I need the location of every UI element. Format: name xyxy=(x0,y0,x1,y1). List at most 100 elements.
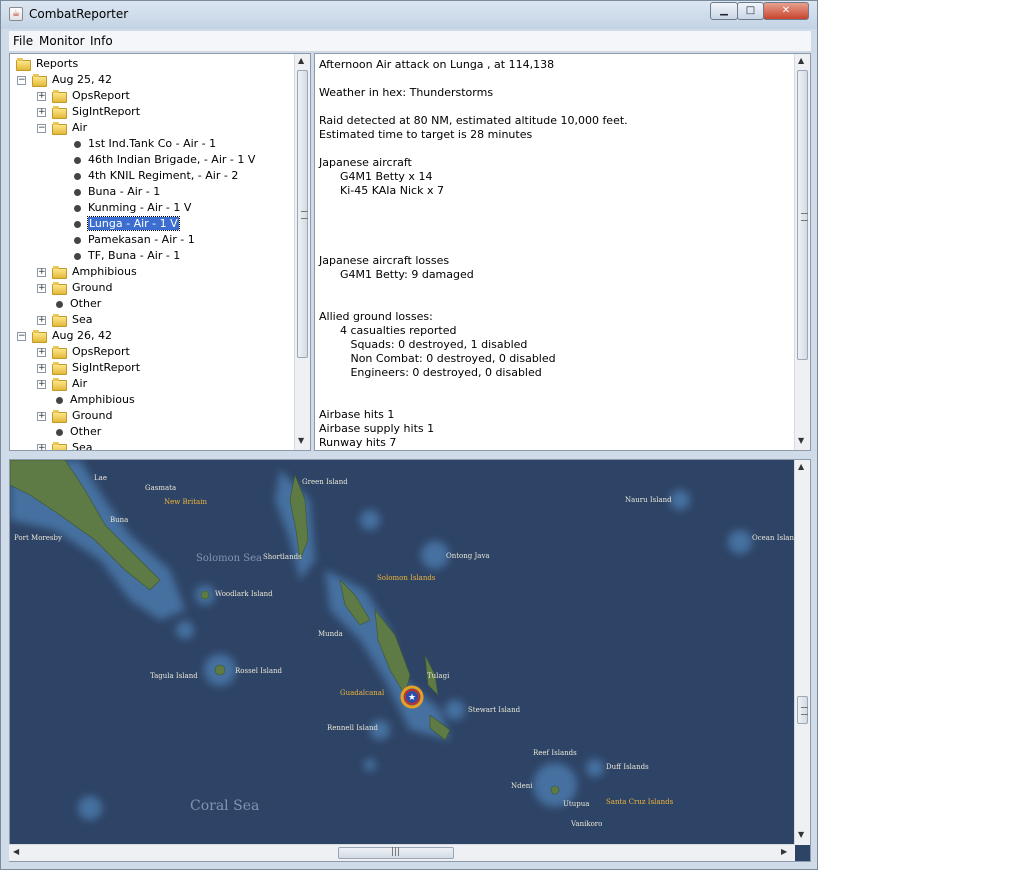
map-label: Guadalcanal xyxy=(340,689,385,697)
expand-icon[interactable]: + xyxy=(37,268,46,277)
collapse-icon[interactable]: − xyxy=(37,124,46,133)
report-line: Airbase supply hits 1 xyxy=(319,422,435,435)
tree-item-label: Aug 25, 42 xyxy=(52,73,112,86)
folder-icon xyxy=(52,441,68,450)
close-button[interactable]: ✕ xyxy=(763,2,809,20)
scroll-up-icon[interactable]: ▲ xyxy=(298,56,304,65)
map-hscroll-thumb[interactable]: ||| xyxy=(338,847,454,859)
minimize-icon: ▁ xyxy=(720,5,728,16)
tree-item-label: Aug 26, 42 xyxy=(52,329,112,342)
tree-item-label: Air xyxy=(72,121,88,134)
scroll-left-icon[interactable]: ◀ xyxy=(13,847,19,856)
collapse-icon[interactable]: − xyxy=(17,332,26,341)
tree-leaf[interactable]: Kunming - Air - 1 V xyxy=(70,200,191,216)
tree-folder[interactable]: Air xyxy=(52,120,87,136)
tree-leaf[interactable]: 1st Ind.Tank Co - Air - 1 xyxy=(70,136,216,152)
expand-icon[interactable]: + xyxy=(37,92,46,101)
tree-vertical-scrollbar[interactable]: ▲ ▼ xyxy=(294,54,310,450)
report-line: Airbase hits 1 xyxy=(319,408,395,421)
minimize-button[interactable]: ▁ xyxy=(710,2,738,20)
tree-leaf[interactable]: 4th KNIL Regiment, - Air - 2 xyxy=(70,168,238,184)
tree-root[interactable]: Reports xyxy=(16,56,78,72)
tree-folder[interactable]: Ground xyxy=(52,280,112,296)
tree-folder[interactable]: SigIntReport xyxy=(52,104,140,120)
svg-text:★: ★ xyxy=(408,693,416,703)
map-label: New Britain xyxy=(164,498,207,506)
allied-star-icon[interactable]: ★ xyxy=(400,685,424,709)
maximize-icon: □ xyxy=(745,5,756,16)
tree-leaf[interactable]: Pamekasan - Air - 1 xyxy=(70,232,195,248)
report-text-pane[interactable]: Afternoon Air attack on Lunga , at 114,1… xyxy=(314,53,811,451)
expand-icon[interactable]: + xyxy=(37,108,46,117)
tree-scroll-thumb[interactable] xyxy=(297,70,308,358)
tree-leaf[interactable]: Amphibious xyxy=(52,392,135,408)
expand-icon[interactable]: + xyxy=(37,364,46,373)
tree-leaf[interactable]: Lunga - Air - 1 V xyxy=(70,216,180,232)
scroll-down-icon[interactable]: ▼ xyxy=(798,436,804,445)
tree-folder[interactable]: Ground xyxy=(52,408,112,424)
tree-folder[interactable]: OpsReport xyxy=(52,344,130,360)
tree-folder[interactable]: Amphibious xyxy=(52,264,137,280)
leaf-bullet-icon xyxy=(74,188,81,196)
expand-icon[interactable]: + xyxy=(37,444,46,450)
map-label: Solomon Sea xyxy=(196,553,262,564)
tree-leaf[interactable]: Other xyxy=(52,296,101,312)
report-vertical-scrollbar[interactable]: ▲ ▼ xyxy=(794,54,810,450)
folder-icon xyxy=(52,377,68,391)
map-vertical-scrollbar[interactable]: ▲ ▼ xyxy=(794,460,810,845)
map-label: Santa Cruz Islands xyxy=(606,798,674,806)
close-icon: ✕ xyxy=(781,5,791,16)
maximize-button[interactable]: □ xyxy=(737,2,764,20)
folder-icon xyxy=(16,57,32,71)
map-label: Ontong Java xyxy=(446,552,490,560)
scroll-down-icon[interactable]: ▼ xyxy=(798,830,804,839)
collapse-icon[interactable]: − xyxy=(17,76,26,85)
tree-folder[interactable]: Aug 25, 42 xyxy=(32,72,112,88)
leaf-bullet-icon xyxy=(74,172,81,180)
leaf-bullet-icon xyxy=(74,140,81,148)
report-scroll-thumb[interactable] xyxy=(797,70,808,360)
menu-info[interactable]: Info xyxy=(90,34,113,48)
report-line: G4M1 Betty x 14 xyxy=(319,170,433,183)
expand-icon[interactable]: + xyxy=(37,284,46,293)
tree-folder[interactable]: Aug 26, 42 xyxy=(32,328,112,344)
report-line: Ki-45 KAIa Nick x 7 xyxy=(319,184,444,197)
tree-item-label: Lunga - Air - 1 V xyxy=(87,216,180,231)
report-tree[interactable]: Reports − Aug 25, 42 + OpsReport + SigIntRepor… xyxy=(9,53,311,451)
expand-icon[interactable]: + xyxy=(37,380,46,389)
tree-leaf[interactable]: 46th Indian Brigade, - Air - 1 V xyxy=(70,152,255,168)
map-label: Shortlands xyxy=(263,553,302,561)
menu-file[interactable]: File xyxy=(13,34,33,48)
expand-icon[interactable]: + xyxy=(37,412,46,421)
tree-folder[interactable]: SigIntReport xyxy=(52,360,140,376)
map-horizontal-scrollbar[interactable]: ◀ ||| ▶ xyxy=(9,844,795,861)
folder-icon xyxy=(52,313,68,327)
tree-leaf[interactable]: Buna - Air - 1 xyxy=(70,184,160,200)
tree-folder[interactable]: Sea xyxy=(52,312,93,328)
map-label: Nauru Island xyxy=(625,496,672,504)
tree-item-label: SigIntReport xyxy=(72,361,141,374)
grip-icon xyxy=(801,213,808,221)
scroll-down-icon[interactable]: ▼ xyxy=(298,436,304,445)
expand-icon[interactable]: + xyxy=(37,316,46,325)
scroll-right-icon[interactable]: ▶ xyxy=(781,847,787,856)
tree-folder[interactable]: Air xyxy=(52,376,87,392)
tree-leaf[interactable]: TF, Buna - Air - 1 xyxy=(70,248,180,264)
tree-folder[interactable]: Sea xyxy=(52,440,93,450)
scroll-up-icon[interactable]: ▲ xyxy=(798,56,804,65)
tree-item-label: SigIntReport xyxy=(72,105,141,118)
tree-leaf[interactable]: Other xyxy=(52,424,101,440)
expand-icon[interactable]: + xyxy=(37,348,46,357)
leaf-bullet-icon xyxy=(74,220,81,228)
title-bar[interactable]: ☕ CombatReporter ▁ □ ✕ xyxy=(1,1,817,29)
tree-folder[interactable]: OpsReport xyxy=(52,88,130,104)
map-label: Tulagi xyxy=(427,672,450,680)
map-view[interactable]: ★ Lae Gasmata New Britain Buna Port Moresby S… xyxy=(9,459,811,862)
tree-item-label: Buna - Air - 1 xyxy=(88,185,161,198)
scroll-up-icon[interactable]: ▲ xyxy=(798,462,804,471)
menu-monitor[interactable]: Monitor xyxy=(39,34,85,48)
report-line: Estimated time to target is 28 minutes xyxy=(319,128,533,141)
folder-icon xyxy=(32,73,48,87)
map-vscroll-thumb[interactable] xyxy=(797,696,808,724)
report-line: Non Combat: 0 destroyed, 0 disabled xyxy=(319,352,556,365)
